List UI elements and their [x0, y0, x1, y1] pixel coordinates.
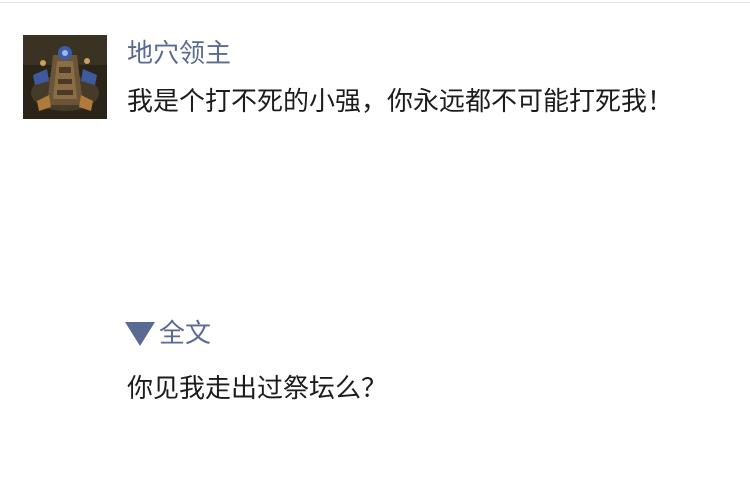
post-text: 我是个打不死的小强，你永远都不可能打死我！ — [127, 87, 674, 117]
reply-text: 你见我走出过祭坛么？ — [127, 374, 388, 404]
avatar[interactable] — [23, 35, 107, 119]
post-username[interactable]: 地穴领主 — [127, 38, 231, 70]
expand-label: 全文 — [159, 319, 212, 349]
crypt-lord-avatar-icon — [23, 35, 107, 119]
expand-full-text-button[interactable]: 全文 — [125, 317, 211, 351]
triangle-down-icon — [125, 322, 155, 346]
top-divider — [0, 2, 750, 3]
